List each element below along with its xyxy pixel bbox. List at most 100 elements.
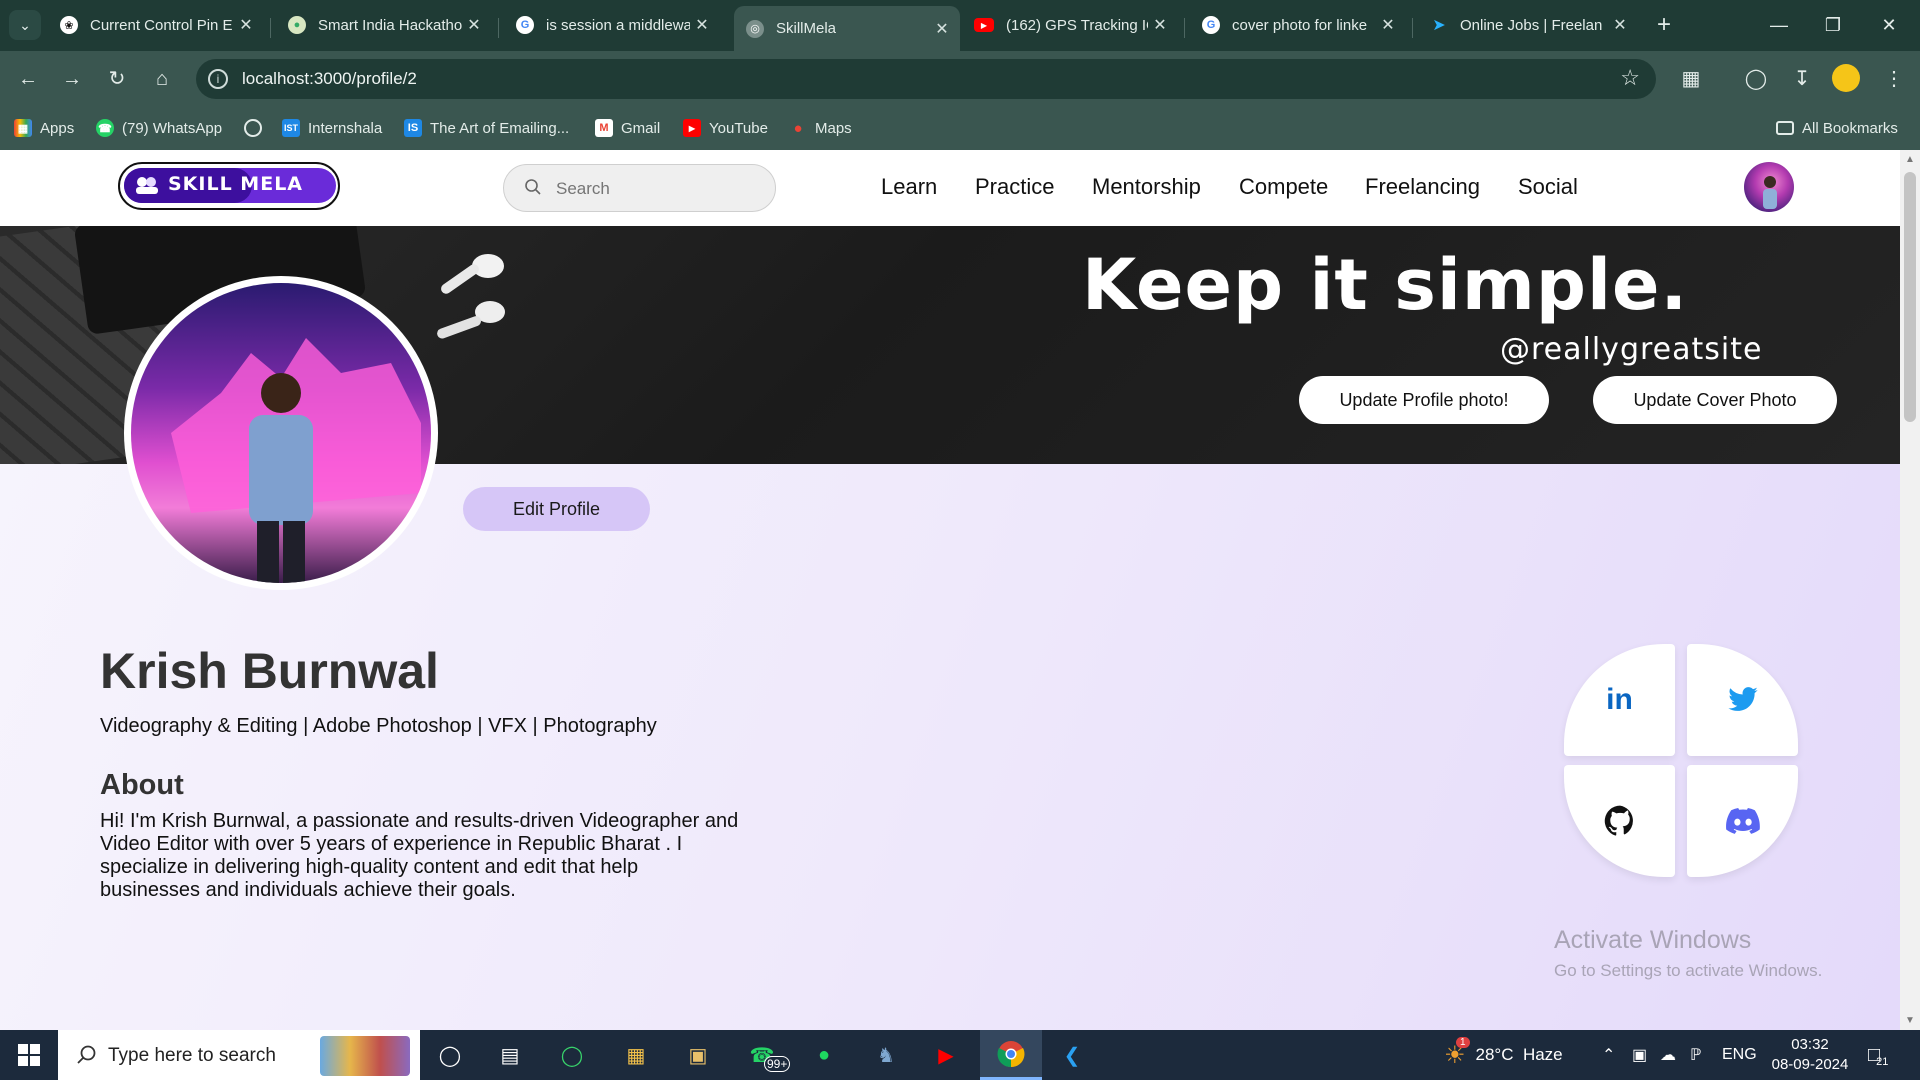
nav-learn[interactable]: Learn [881, 174, 937, 200]
discord-link[interactable] [1687, 765, 1798, 877]
whatsapp-icon: ☎ [96, 119, 114, 137]
bookmark-youtube[interactable]: ▶ YouTube [683, 116, 768, 140]
tab-divider [270, 18, 271, 38]
bookmark-label: Apps [40, 119, 75, 137]
tab-2[interactable]: G is session a middlewa ✕ [504, 6, 720, 44]
network-icon[interactable]: ℙ [1690, 1030, 1701, 1080]
close-tab-icon[interactable]: ✕ [690, 15, 714, 35]
onedrive-cloud-icon[interactable]: ☁ [1660, 1030, 1676, 1080]
taskbar-search-box[interactable]: Type here to search [58, 1030, 420, 1080]
site-info-icon[interactable]: i [208, 69, 228, 89]
tab-1[interactable]: ● Smart India Hackathon ✕ [276, 6, 492, 44]
github-link[interactable] [1564, 765, 1675, 877]
tab-5[interactable]: G cover photo for linke ✕ [1190, 6, 1406, 44]
restore-button[interactable]: ❐ [1810, 8, 1856, 42]
scroll-thumb[interactable] [1904, 172, 1916, 422]
close-tab-icon[interactable]: ✕ [1148, 15, 1172, 35]
bookmark-star-icon[interactable]: ☆ [1620, 65, 1640, 91]
language-indicator[interactable]: ENG [1722, 1030, 1757, 1080]
bookmark-internshala[interactable]: IST Internshala [282, 116, 382, 140]
bookmark-label: Gmail [621, 119, 661, 137]
linkedin-link[interactable]: in [1564, 644, 1675, 756]
all-bookmarks-folder[interactable]: All Bookmarks [1776, 116, 1898, 140]
update-cover-photo-button[interactable]: Update Cover Photo [1593, 376, 1837, 424]
performance-icon[interactable]: ◯ [1740, 63, 1772, 95]
tab-divider [1412, 18, 1413, 38]
scroll-down-icon[interactable]: ▼ [1905, 1015, 1915, 1026]
close-window-button[interactable]: ✕ [1866, 8, 1912, 42]
postgres-icon[interactable]: ♞ [858, 1030, 914, 1080]
media-app-icon[interactable]: ▣ [670, 1030, 726, 1080]
about-heading: About [100, 769, 184, 801]
minimize-button[interactable]: — [1756, 8, 1802, 42]
back-button[interactable]: ← [12, 63, 44, 95]
url-text[interactable]: localhost:3000/profile/2 [242, 69, 417, 89]
app-icon-green-circle[interactable]: ◯ [544, 1030, 600, 1080]
tab-4[interactable]: ▶ (162) GPS Tracking IC ✕ [962, 6, 1178, 44]
close-tab-icon[interactable]: ✕ [462, 15, 486, 35]
weather-text: 28°C Haze [1475, 1045, 1563, 1064]
page-scrollbar[interactable]: ▲ ▼ [1900, 150, 1920, 1030]
task-view-icon[interactable]: ▤ [482, 1030, 538, 1080]
reload-button[interactable]: ↻ [101, 63, 133, 95]
task-view-cortana-icon[interactable]: ◯ [422, 1030, 478, 1080]
system-clock[interactable]: 03:32 08-09-2024 [1763, 1035, 1857, 1075]
meet-now-icon[interactable]: ▣ [1632, 1030, 1647, 1080]
browser-toolbar: ← → ↻ ⌂ i localhost:3000/profile/2 ☆ ▦ ◯… [0, 51, 1920, 106]
notification-count: 21 [1876, 1056, 1889, 1068]
twitter-icon [1727, 687, 1758, 711]
bookmark-gmail[interactable]: M Gmail [595, 116, 660, 140]
close-tab-icon[interactable]: ✕ [1376, 15, 1400, 35]
twitter-link[interactable] [1687, 644, 1798, 756]
apps-grid-icon: ▦ [14, 119, 32, 137]
close-tab-icon[interactable]: ✕ [234, 15, 258, 35]
clock-time: 03:32 [1791, 1036, 1829, 1053]
download-icon[interactable]: ↧ [1786, 63, 1818, 95]
map-pin-icon: ● [288, 16, 306, 34]
skillmela-logo[interactable]: SKILL MELA [118, 162, 340, 210]
site-search-box[interactable] [503, 164, 776, 212]
vscode-icon[interactable]: ❮ [1044, 1030, 1100, 1080]
notification-center[interactable]: □ 21 [1868, 1030, 1888, 1080]
home-button[interactable]: ⌂ [146, 63, 178, 95]
chrome-taskbar-icon[interactable] [980, 1030, 1042, 1080]
show-hidden-icons[interactable]: ⌃ [1602, 1030, 1615, 1080]
bookmark-art-of-emailing[interactable]: IS The Art of Emailing... [404, 116, 569, 140]
nav-mentorship[interactable]: Mentorship [1092, 174, 1201, 200]
file-explorer-icon[interactable]: ▦ [608, 1030, 664, 1080]
start-button[interactable] [0, 1030, 58, 1080]
user-avatar[interactable] [1744, 162, 1794, 212]
weather-widget[interactable]: ☀ 1 28°C Haze [1444, 1030, 1563, 1080]
tab-search-button[interactable]: ⌄ [9, 10, 41, 40]
nav-compete[interactable]: Compete [1239, 174, 1328, 200]
profile-avatar-icon[interactable] [1832, 64, 1860, 92]
youtube-taskbar-icon[interactable]: ▶ [918, 1030, 974, 1080]
profile-picture[interactable] [124, 276, 438, 590]
github-icon [1604, 805, 1633, 836]
bookmark-apps[interactable]: ▦ Apps [14, 116, 74, 140]
close-tab-icon[interactable]: ✕ [930, 19, 954, 39]
edit-profile-button[interactable]: Edit Profile [463, 487, 650, 531]
tab-divider [1184, 18, 1185, 38]
nav-social[interactable]: Social [1518, 174, 1578, 200]
new-tab-button[interactable]: + [1650, 10, 1678, 40]
nav-practice[interactable]: Practice [975, 174, 1054, 200]
bookmark-whatsapp[interactable]: ☎ (79) WhatsApp [96, 116, 222, 140]
whatsapp-taskbar-icon[interactable]: ☎ 99+ [734, 1030, 791, 1080]
tab-title: Online Jobs | Freelan [1460, 16, 1603, 34]
extensions-icon[interactable]: ▦ [1675, 63, 1707, 95]
tab-6[interactable]: ➤ Online Jobs | Freelan ✕ [1418, 6, 1638, 44]
forward-button[interactable]: → [56, 63, 88, 95]
address-bar[interactable]: i localhost:3000/profile/2 ☆ [196, 59, 1656, 99]
bookmark-maps[interactable]: ● Maps [789, 116, 851, 140]
menu-icon[interactable]: ⋮ [1878, 63, 1910, 95]
nav-freelancing[interactable]: Freelancing [1365, 174, 1480, 200]
search-input[interactable] [554, 175, 758, 203]
update-profile-photo-button[interactable]: Update Profile photo! [1299, 376, 1549, 424]
close-tab-icon[interactable]: ✕ [1608, 15, 1632, 35]
tab-0[interactable]: ❀ Current Control Pin E ✕ [48, 6, 264, 44]
tab-3-active[interactable]: ◎ SkillMela ✕ [734, 6, 960, 51]
spotify-icon[interactable]: ● [796, 1030, 852, 1080]
bookmark-globe[interactable] [244, 116, 270, 140]
scroll-up-icon[interactable]: ▲ [1905, 154, 1915, 165]
